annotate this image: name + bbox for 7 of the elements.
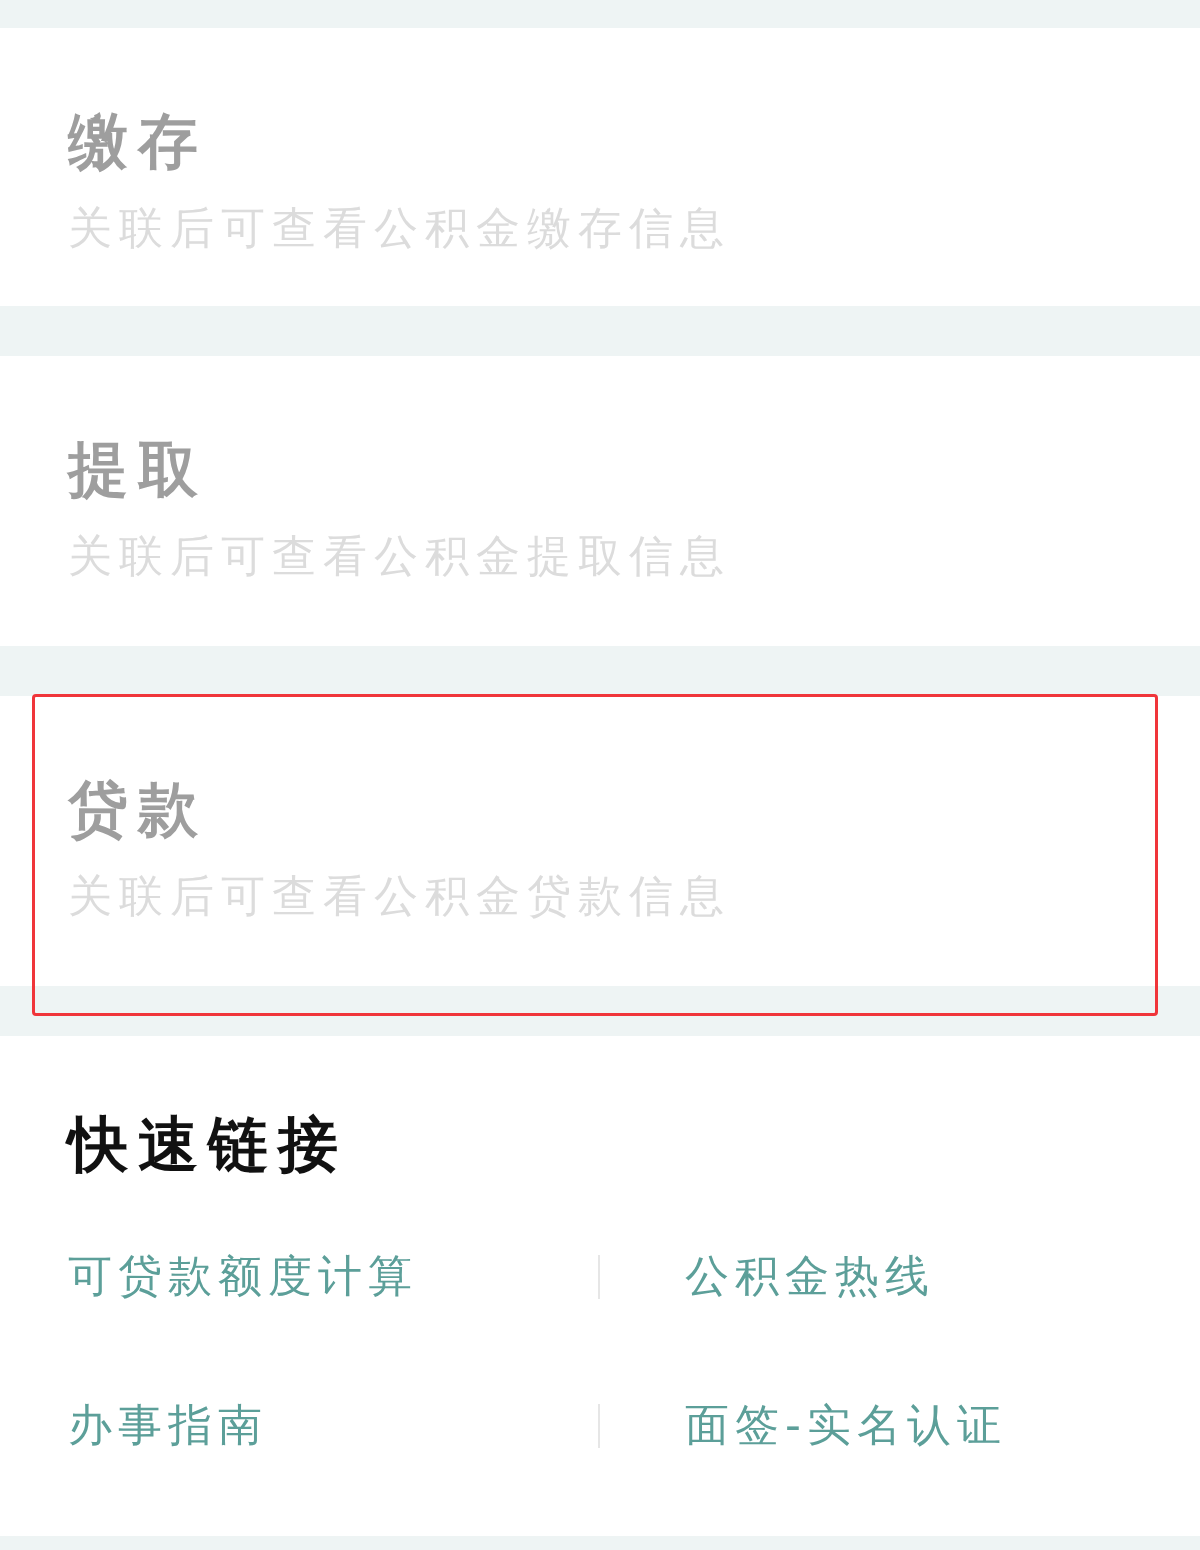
card-title: 贷款 [68, 776, 209, 842]
quick-link[interactable]: 可贷款额度计算 [68, 1247, 598, 1306]
quick-link[interactable]: 办事指南 [68, 1396, 598, 1455]
quick-link[interactable]: 公积金热线 [599, 1247, 1132, 1306]
card-title: 缴存 [68, 108, 209, 174]
quick-link[interactable]: 面签-实名认证 [599, 1396, 1132, 1455]
card-title: 提取 [68, 436, 209, 502]
